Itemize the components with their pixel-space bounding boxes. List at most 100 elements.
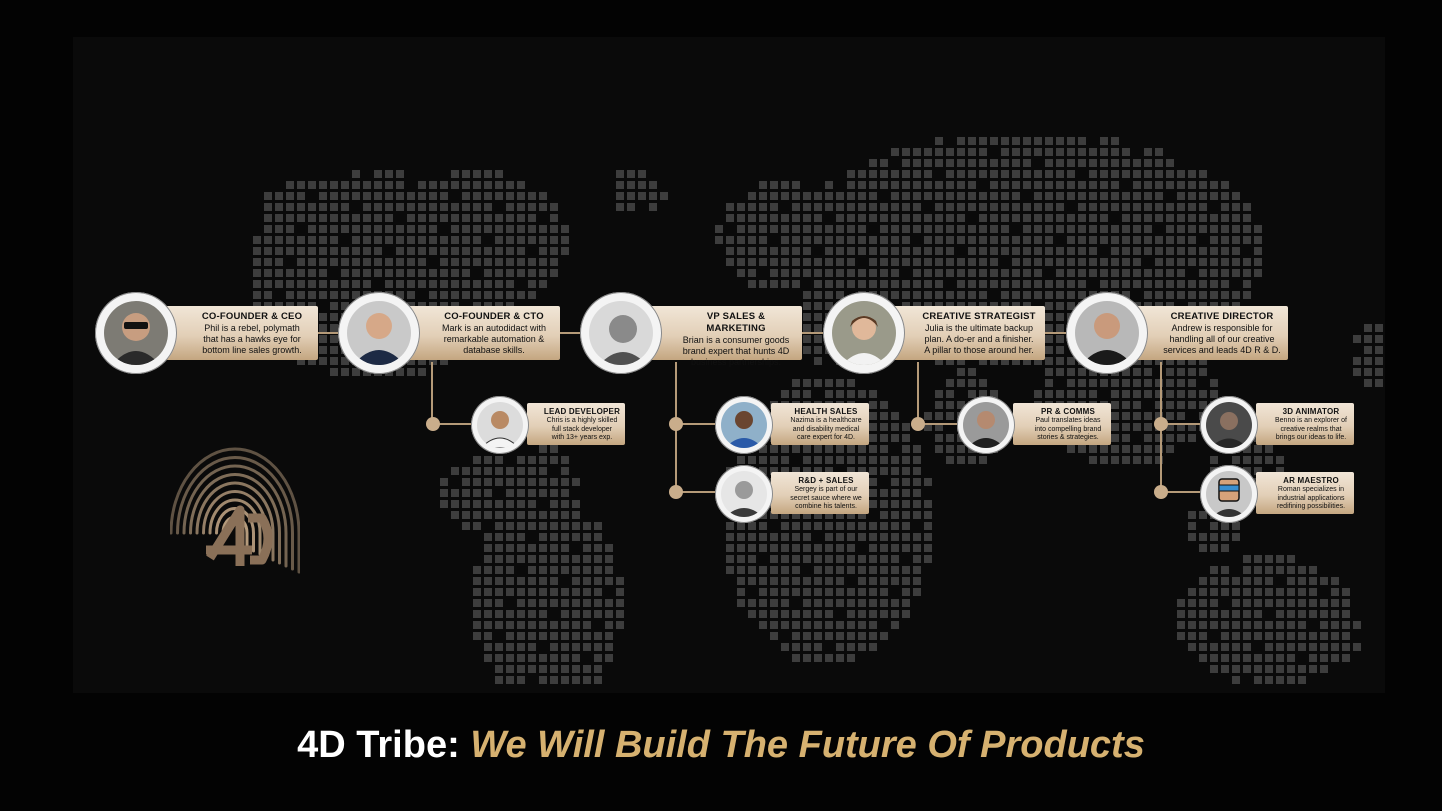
map-dot bbox=[913, 588, 921, 596]
map-dot bbox=[1221, 522, 1229, 530]
map-dot bbox=[1122, 401, 1130, 409]
map-dot bbox=[1089, 445, 1097, 453]
map-dot bbox=[528, 654, 536, 662]
map-dot bbox=[495, 280, 503, 288]
map-dot bbox=[1144, 291, 1152, 299]
map-dot bbox=[1078, 236, 1086, 244]
map-dot bbox=[770, 577, 778, 585]
map-dot bbox=[913, 456, 921, 464]
map-dot bbox=[1034, 203, 1042, 211]
map-dot bbox=[429, 214, 437, 222]
map-dot bbox=[1045, 313, 1053, 321]
map-dot bbox=[935, 247, 943, 255]
map-dot bbox=[594, 588, 602, 596]
map-dot bbox=[1067, 192, 1075, 200]
map-dot bbox=[506, 203, 514, 211]
map-dot bbox=[1265, 566, 1273, 574]
map-dot bbox=[1298, 577, 1306, 585]
map-dot bbox=[748, 533, 756, 541]
map-dot bbox=[869, 577, 877, 585]
map-dot bbox=[517, 214, 525, 222]
map-dot bbox=[957, 291, 965, 299]
map-dot bbox=[1155, 148, 1163, 156]
map-dot bbox=[462, 291, 470, 299]
map-dot bbox=[1188, 511, 1196, 519]
map-dot bbox=[517, 588, 525, 596]
map-dot bbox=[539, 247, 547, 255]
map-dot bbox=[1089, 148, 1097, 156]
map-dot bbox=[759, 203, 767, 211]
map-dot bbox=[561, 599, 569, 607]
map-dot bbox=[1188, 258, 1196, 266]
map-dot bbox=[605, 544, 613, 552]
map-dot bbox=[792, 555, 800, 563]
map-dot bbox=[990, 137, 998, 145]
map-dot bbox=[1276, 643, 1284, 651]
map-dot bbox=[1232, 269, 1240, 277]
map-dot bbox=[1023, 236, 1031, 244]
avatar-3d-animator bbox=[1200, 396, 1258, 454]
map-dot bbox=[913, 203, 921, 211]
map-dot bbox=[825, 533, 833, 541]
map-dot bbox=[473, 280, 481, 288]
map-dot bbox=[473, 236, 481, 244]
map-dot bbox=[1067, 280, 1075, 288]
map-dot bbox=[1199, 269, 1207, 277]
map-dot bbox=[341, 280, 349, 288]
map-dot bbox=[473, 247, 481, 255]
map-dot bbox=[1221, 533, 1229, 541]
map-dot bbox=[814, 445, 822, 453]
map-dot bbox=[1133, 225, 1141, 233]
map-dot bbox=[506, 588, 514, 596]
map-dot bbox=[891, 577, 899, 585]
map-dot bbox=[1210, 390, 1218, 398]
map-dot bbox=[484, 588, 492, 596]
map-dot bbox=[1122, 423, 1130, 431]
map-dot bbox=[1210, 456, 1218, 464]
map-dot bbox=[770, 533, 778, 541]
map-dot bbox=[770, 544, 778, 552]
map-dot bbox=[836, 247, 844, 255]
map-dot bbox=[286, 247, 294, 255]
map-dot bbox=[946, 170, 954, 178]
map-dot bbox=[1023, 137, 1031, 145]
map-dot bbox=[902, 203, 910, 211]
map-dot bbox=[1331, 588, 1339, 596]
map-dot bbox=[528, 555, 536, 563]
map-dot bbox=[1111, 379, 1119, 387]
map-dot bbox=[1276, 676, 1284, 684]
map-dot bbox=[979, 456, 987, 464]
map-dot bbox=[341, 225, 349, 233]
map-dot bbox=[759, 533, 767, 541]
map-dot bbox=[825, 280, 833, 288]
map-dot bbox=[1166, 401, 1174, 409]
map-dot bbox=[902, 456, 910, 464]
map-dot bbox=[506, 610, 514, 618]
map-dot bbox=[1089, 379, 1097, 387]
map-dot bbox=[539, 665, 547, 673]
map-dot bbox=[583, 643, 591, 651]
map-dot bbox=[1111, 401, 1119, 409]
map-dot bbox=[1276, 599, 1284, 607]
map-dot bbox=[1254, 555, 1262, 563]
card-desc-line: into compelling brand bbox=[1034, 425, 1102, 433]
map-dot bbox=[550, 445, 558, 453]
map-dot bbox=[561, 500, 569, 508]
map-dot bbox=[1331, 621, 1339, 629]
map-dot bbox=[418, 368, 426, 376]
map-dot bbox=[1243, 291, 1251, 299]
map-dot bbox=[550, 676, 558, 684]
map-dot bbox=[539, 544, 547, 552]
map-dot bbox=[913, 181, 921, 189]
map-dot bbox=[836, 599, 844, 607]
map-dot bbox=[1166, 280, 1174, 288]
map-dot bbox=[1133, 456, 1141, 464]
map-dot bbox=[352, 280, 360, 288]
map-dot bbox=[583, 599, 591, 607]
map-dot bbox=[1287, 654, 1295, 662]
map-dot bbox=[1188, 610, 1196, 618]
map-dot bbox=[836, 269, 844, 277]
map-dot bbox=[1298, 643, 1306, 651]
map-dot bbox=[495, 599, 503, 607]
map-dot bbox=[286, 291, 294, 299]
